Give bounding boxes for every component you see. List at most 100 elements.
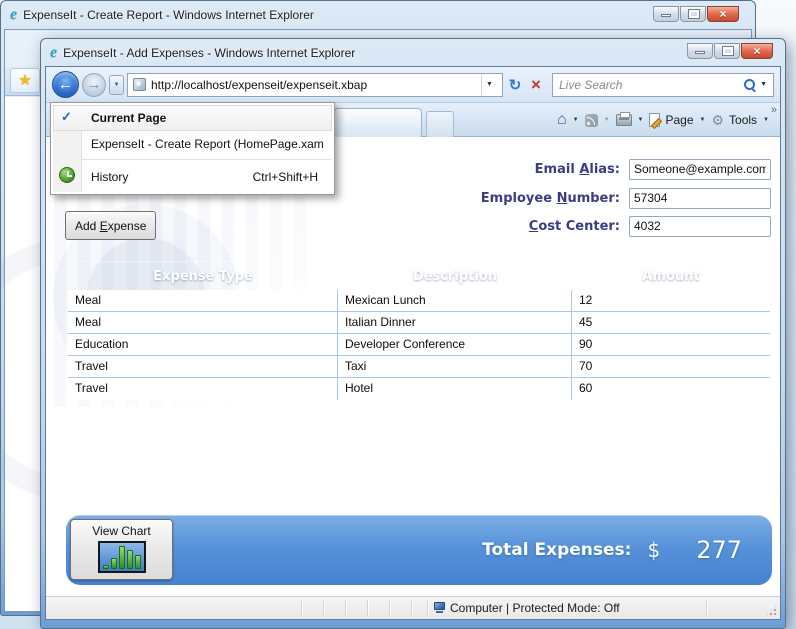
desktop-background: e ExpenseIt - Create Report - Windows In…	[0, 0, 796, 629]
chevron-down-icon: ▼	[486, 81, 493, 88]
cell-expense-type: Education	[68, 334, 338, 355]
table-row[interactable]: Education Developer Conference 90	[68, 334, 770, 356]
view-chart-label: View Chart	[92, 524, 150, 538]
page-content: Email Alias: Employee Number: Cost Cente…	[46, 137, 780, 596]
page-menu-label[interactable]: Page	[665, 113, 693, 127]
maximize-icon	[689, 10, 699, 18]
column-header-amount[interactable]: Amount	[572, 269, 770, 284]
cell-description: Taxi	[338, 356, 572, 377]
bg-minimize-button[interactable]	[653, 6, 679, 22]
employee-number-row: Employee Number:	[481, 186, 771, 210]
table-row[interactable]: Meal Mexican Lunch 12	[68, 290, 770, 312]
cell-description: Italian Dinner	[338, 312, 572, 333]
print-dropdown-button[interactable]: ▼	[637, 117, 645, 123]
page-dropdown-button[interactable]: ▼	[699, 117, 707, 123]
check-icon: ✓	[61, 109, 72, 125]
cell-amount: 45	[572, 312, 770, 333]
chevron-down-icon: ▼	[114, 82, 120, 88]
print-icon[interactable]	[616, 114, 632, 126]
tab-current-page[interactable]	[334, 108, 422, 137]
resize-grip[interactable]	[765, 604, 778, 617]
history-clock-icon	[59, 167, 75, 183]
gear-icon[interactable]: ⚙	[711, 113, 724, 127]
email-alias-row: Email Alias:	[535, 157, 771, 181]
back-button[interactable]: ←	[52, 71, 79, 98]
ie-logo-icon: e	[50, 46, 57, 60]
tools-menu-label[interactable]: Tools	[729, 113, 757, 127]
table-row[interactable]: Travel Hotel 60	[68, 378, 770, 400]
search-icon[interactable]	[743, 78, 756, 91]
search-dropdown-button[interactable]: ▼	[760, 81, 767, 88]
cell-expense-type: Travel	[68, 356, 338, 377]
navigation-toolbar: ← → ▼ http://localhost/expenseit/expense…	[46, 67, 780, 103]
page-menu-icon[interactable]	[649, 113, 660, 127]
stop-button[interactable]: ×	[527, 75, 545, 95]
bg-favorites-button[interactable]: ★	[10, 68, 40, 93]
feeds-icon[interactable]	[585, 114, 598, 127]
expense-table-body: Meal Mexican Lunch 12 Meal Italian Dinne…	[68, 290, 770, 400]
fg-window-title: ExpenseIt - Add Expenses - Windows Inter…	[63, 46, 355, 60]
email-alias-field[interactable]	[629, 159, 771, 180]
add-expense-button[interactable]: Add Expense	[65, 211, 156, 240]
back-arrow-icon: ←	[58, 76, 73, 93]
cell-amount: 70	[572, 356, 770, 377]
search-box[interactable]: ▼	[552, 73, 774, 97]
fg-minimize-button[interactable]	[687, 43, 713, 59]
column-header-description[interactable]: Description	[338, 269, 572, 284]
expense-table: Expense Type Description Amount Meal Mex…	[66, 261, 772, 488]
search-input[interactable]	[559, 78, 739, 92]
refresh-button[interactable]: ↻	[506, 76, 524, 94]
stop-icon: ×	[531, 75, 541, 94]
forward-button[interactable]: →	[82, 73, 106, 97]
home-dropdown-button[interactable]: ▼	[572, 117, 580, 123]
address-dropdown-button[interactable]: ▼	[481, 74, 497, 96]
protected-mode-status: Computer | Protected Mode: Off	[450, 601, 620, 615]
menu-item-history[interactable]: History Ctrl+Shift+H	[53, 162, 332, 192]
employee-number-field[interactable]	[629, 188, 771, 209]
chevron-more-icon[interactable]: »	[771, 104, 777, 116]
cost-center-label: Cost Center:	[529, 219, 620, 234]
cell-description: Mexican Lunch	[338, 290, 572, 311]
address-bar[interactable]: http://localhost/expenseit/expenseit.xba…	[127, 73, 503, 97]
ie-logo-icon: e	[10, 8, 17, 22]
expense-table-header: Expense Type Description Amount	[68, 263, 770, 290]
menu-item-current-page[interactable]: ✓ Current Page	[53, 105, 332, 131]
cell-amount: 12	[572, 290, 770, 311]
close-icon: ×	[753, 44, 760, 58]
address-url[interactable]: http://localhost/expenseit/expenseit.xba…	[151, 78, 476, 92]
total-expenses-value: 277	[696, 536, 742, 564]
bg-close-button[interactable]: ×	[707, 6, 739, 22]
refresh-icon: ↻	[509, 77, 522, 94]
home-icon[interactable]: ⌂	[557, 112, 567, 128]
fg-maximize-button[interactable]	[714, 43, 740, 59]
table-row[interactable]: Meal Italian Dinner 45	[68, 312, 770, 334]
command-bar: ⌂ ▼ ▼ ▼ Page ▼ ⚙ Tools ▼	[557, 107, 770, 133]
star-icon: ★	[18, 73, 31, 88]
bg-title-bar[interactable]: e ExpenseIt - Create Report - Windows In…	[1, 1, 755, 28]
recent-pages-menu: ✓ Current Page ExpenseIt - Create Report…	[50, 102, 335, 195]
currency-symbol: $	[647, 538, 660, 562]
minimize-icon	[661, 14, 671, 17]
column-header-expense-type[interactable]: Expense Type	[68, 269, 338, 284]
footer-bar: View Chart Total Expenses: $ 277	[66, 515, 772, 585]
table-row[interactable]: Travel Taxi 70	[68, 356, 770, 378]
cost-center-field[interactable]	[629, 216, 771, 237]
cell-amount: 60	[572, 378, 770, 400]
fg-close-button[interactable]: ×	[741, 43, 773, 59]
fg-title-bar[interactable]: e ExpenseIt - Add Expenses - Windows Int…	[41, 39, 785, 66]
new-tab-button[interactable]	[426, 111, 454, 137]
computer-icon	[434, 602, 446, 614]
employee-number-label: Employee Number:	[481, 191, 620, 206]
chevron-down-icon: ▼	[760, 81, 767, 88]
bg-window-title: ExpenseIt - Create Report - Windows Inte…	[23, 8, 314, 22]
recent-pages-dropdown-button[interactable]: ▼	[109, 75, 124, 95]
feeds-dropdown-button[interactable]: ▼	[603, 117, 611, 123]
cell-description: Hotel	[338, 378, 572, 400]
tools-dropdown-button[interactable]: ▼	[762, 117, 770, 123]
bg-maximize-button[interactable]	[680, 6, 706, 22]
maximize-icon	[723, 47, 733, 55]
view-chart-button[interactable]: View Chart	[70, 519, 173, 580]
menu-item-recent-page[interactable]: ExpenseIt - Create Report (HomePage.xam	[53, 131, 332, 157]
total-expenses-group: Total Expenses: $ 277	[482, 515, 772, 585]
bar-chart-icon	[98, 541, 146, 573]
